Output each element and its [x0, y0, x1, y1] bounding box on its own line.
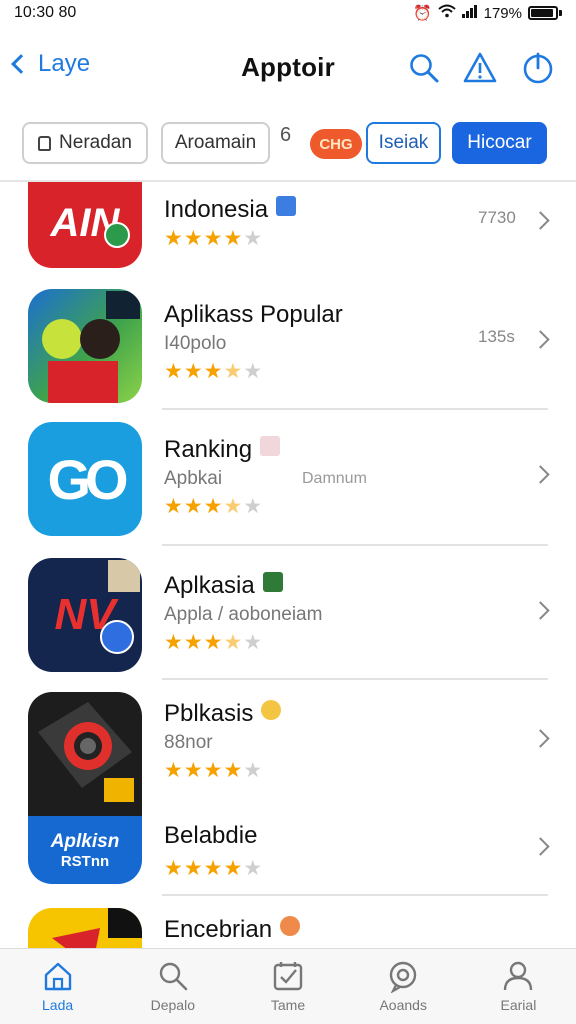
- emoji-icon: [261, 700, 282, 720]
- app-subtitle-secondary: Damnum: [302, 470, 367, 487]
- tab-label: Depalo: [150, 997, 195, 1013]
- list-item[interactable]: AIN Indonesia ★★★★★ 7730: [0, 182, 576, 277]
- app-name: Ranking: [164, 436, 281, 464]
- app-subtitle: Appla / aoboneiam: [164, 604, 323, 625]
- chat-icon: [390, 961, 417, 993]
- rating-stars: ★★★★★: [164, 495, 264, 518]
- alarm-icon: ⏰: [412, 5, 432, 22]
- chip-label: Hicocar: [467, 132, 532, 153]
- app-badge-icon: [262, 572, 283, 592]
- app-icon-text: Aplkisn: [50, 830, 120, 852]
- app-subtitle: I40polo: [164, 333, 227, 354]
- chip-primary-button[interactable]: Hicocar: [452, 122, 547, 164]
- status-time: 10:30 80: [14, 4, 77, 21]
- rating-stars: ★★★★★: [164, 631, 264, 654]
- list-item[interactable]: NV Aplkasia Appla / aoboneiam ★★★★★: [0, 546, 576, 680]
- rating-stars: ★★★★★: [164, 227, 264, 250]
- app-name: Aplkasia: [164, 572, 283, 600]
- signal-icon: [461, 4, 478, 22]
- list-item[interactable]: GO Ranking Apbkai Damnum ★★★★★: [0, 410, 576, 546]
- battery-percent: 179%: [483, 4, 522, 22]
- chip-badge[interactable]: CHG: [310, 129, 362, 159]
- chip-label: Iseiak: [378, 132, 429, 153]
- chip-counter[interactable]: 6: [280, 124, 291, 147]
- chip-filter-2[interactable]: Aroamain: [161, 122, 270, 164]
- power-icon[interactable]: [520, 50, 556, 86]
- chevron-right-icon: [531, 211, 550, 230]
- tab-label: Lada: [42, 997, 74, 1013]
- app-size: 135s: [478, 327, 515, 346]
- app-icon: AIN: [28, 182, 142, 268]
- rating-stars: ★★★★★: [164, 759, 264, 782]
- badge-icon: [100, 620, 134, 654]
- dice-icon: [260, 436, 281, 456]
- chevron-right-icon: [531, 729, 550, 748]
- tab-bar: Lada Depalo Tame Aoands Earial: [0, 948, 576, 1024]
- list-item[interactable]: Pblkasis 88nor ★★★★★: [0, 680, 576, 816]
- badge-icon: [104, 222, 130, 248]
- status-indicators: ⏰ 179%: [413, 4, 562, 22]
- tab-home[interactable]: Lada: [0, 949, 115, 1024]
- navigation-bar: Laye Apptoir: [0, 38, 576, 98]
- chevron-right-icon: [531, 465, 550, 484]
- tab-search[interactable]: Depalo: [115, 949, 230, 1024]
- app-icon-subtext: RSTnn: [60, 852, 110, 870]
- filter-chip-row: Neradan Aroamain 6 CHG Iseiak Hicocar: [0, 118, 576, 168]
- app-name: Aplikass Popular: [164, 301, 343, 328]
- chip-filter-3[interactable]: Iseiak: [366, 122, 441, 164]
- chip-label: Neradan: [59, 132, 132, 153]
- rating-stars: ★★★★★: [164, 360, 264, 383]
- app-name: Indonesia: [164, 196, 297, 224]
- chip-filter-1[interactable]: Neradan: [22, 122, 148, 164]
- app-subtitle: Apbkai: [164, 468, 223, 489]
- lock-icon: [38, 135, 52, 151]
- app-subtitle: 88nor: [164, 732, 213, 753]
- tab-chat[interactable]: Aoands: [346, 949, 461, 1024]
- app-name: Encebrian: [164, 916, 301, 944]
- chevron-right-icon: [531, 837, 550, 856]
- tab-label: Earial: [500, 997, 537, 1013]
- search-icon[interactable]: [406, 50, 442, 86]
- tab-tasks[interactable]: Tame: [230, 949, 345, 1024]
- chevron-right-icon: [531, 601, 550, 620]
- profile-icon: [504, 961, 533, 991]
- home-icon: [44, 962, 71, 991]
- list-item[interactable]: Encebrian: [0, 896, 576, 948]
- alert-icon[interactable]: [462, 50, 498, 86]
- status-bar: 10:30 80 ⏰ 179%: [0, 0, 576, 26]
- app-list: AIN Indonesia ★★★★★ 7730 Aplikass Popula…: [0, 182, 576, 948]
- checklist-icon: [273, 962, 303, 991]
- tab-label: Tame: [270, 997, 306, 1013]
- chip-label: Aroamain: [174, 132, 257, 153]
- tab-profile[interactable]: Earial: [461, 949, 576, 1024]
- app-icon: Aplkisn RSTnn: [28, 816, 142, 884]
- app-icon: GO: [28, 422, 142, 536]
- list-item[interactable]: Aplkisn RSTnn Belabdie ★★★★★: [0, 792, 576, 896]
- tab-label: Aoands: [379, 997, 427, 1013]
- app-icon-text: GO: [47, 447, 128, 511]
- battery-icon: [528, 6, 558, 20]
- search-icon: [159, 962, 188, 991]
- app-icon: NV: [28, 558, 142, 672]
- facebook-icon: [276, 196, 297, 216]
- app-name: Pblkasis: [164, 700, 282, 728]
- app-icon: [28, 908, 142, 948]
- app-icon: [28, 289, 142, 403]
- rating-stars: ★★★★★: [164, 857, 264, 880]
- wifi-icon: [437, 4, 456, 22]
- emoji-icon: [280, 916, 301, 936]
- chevron-right-icon: [531, 330, 550, 349]
- avatar: [108, 560, 140, 592]
- app-name: Belabdie: [164, 822, 258, 849]
- list-item[interactable]: Aplikass Popular I40polo ★★★★★ 135s: [0, 277, 576, 410]
- app-size: 7730: [478, 208, 516, 227]
